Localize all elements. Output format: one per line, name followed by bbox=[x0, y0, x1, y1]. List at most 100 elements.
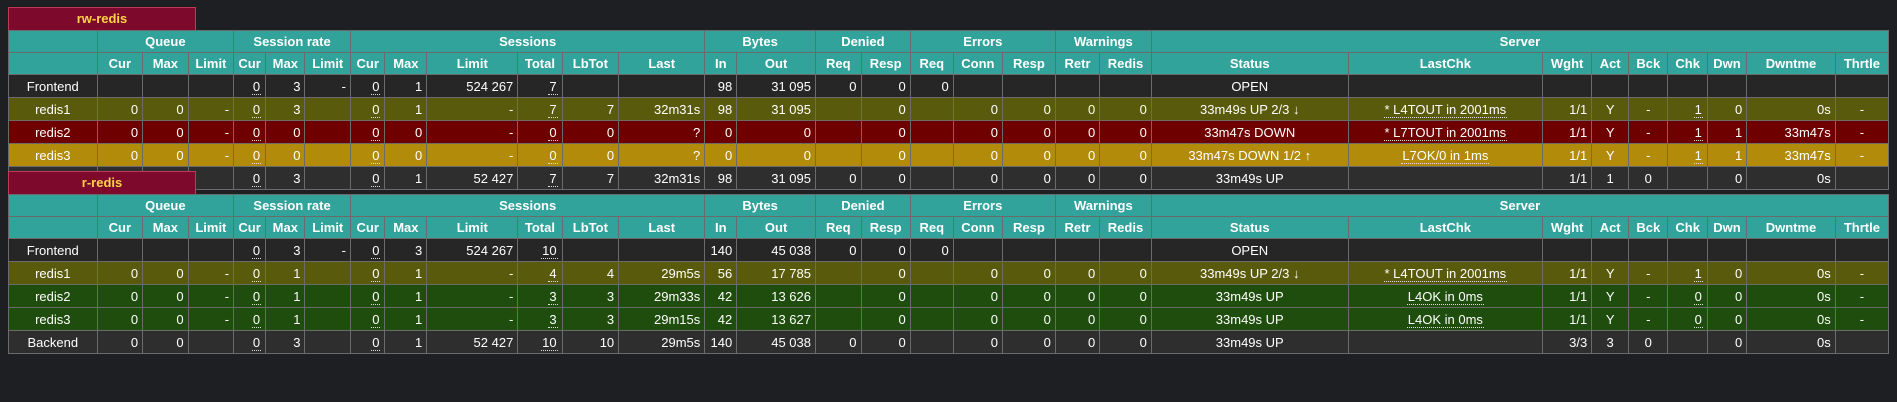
stat-value-tooltip[interactable]: 0 bbox=[371, 242, 381, 259]
stat-value-tooltip[interactable]: 10 bbox=[541, 242, 558, 259]
stat-value-tooltip[interactable]: 0 bbox=[251, 124, 262, 141]
column-header: Wght bbox=[1542, 216, 1593, 239]
column-header: Dwn bbox=[1706, 216, 1748, 239]
column-header: Retr bbox=[1054, 52, 1101, 75]
stat-value-tooltip[interactable]: 0 bbox=[371, 147, 381, 164]
stat-value-tooltip[interactable]: 0 bbox=[1693, 311, 1703, 328]
stat-cell bbox=[1667, 330, 1708, 354]
stat-cell: 0 bbox=[517, 120, 563, 144]
stat-cell: 0s bbox=[1746, 97, 1836, 121]
stat-value-tooltip[interactable]: 0 bbox=[1693, 288, 1703, 305]
server-name[interactable]: Backend bbox=[8, 330, 98, 354]
stat-cell: 42 bbox=[704, 307, 738, 331]
stat-value-tooltip[interactable]: 0 bbox=[251, 242, 262, 259]
stat-value-tooltip[interactable]: 0 bbox=[371, 78, 381, 95]
stat-cell bbox=[815, 143, 862, 167]
stat-value-tooltip[interactable]: 0 bbox=[371, 311, 381, 328]
stat-cell bbox=[1834, 330, 1890, 354]
server-name[interactable]: Frontend bbox=[8, 238, 98, 262]
stat-cell: 1 bbox=[384, 97, 428, 121]
stat-value-tooltip[interactable]: 1 bbox=[1693, 265, 1703, 282]
stat-cell: 0 bbox=[233, 330, 267, 354]
column-header: Redis bbox=[1099, 216, 1152, 239]
stat-value-tooltip[interactable]: 1 bbox=[1693, 101, 1703, 118]
stat-value-tooltip[interactable]: 3 bbox=[548, 311, 558, 328]
stat-value-tooltip[interactable]: 0 bbox=[371, 288, 381, 305]
stat-cell: 0 bbox=[561, 120, 620, 144]
stat-value-tooltip[interactable]: 0 bbox=[251, 78, 262, 95]
stat-cell: 7 bbox=[517, 74, 563, 98]
stat-cell: 0 bbox=[860, 261, 911, 285]
stat-cell bbox=[1099, 74, 1152, 98]
table-row: redis3 0 0-0 0 0 0-0 0? 0 0 0 0 0 0 0 33m47s DOWN 1/2 … bbox=[8, 143, 1890, 167]
stat-cell bbox=[304, 261, 352, 285]
stat-cell: 0 bbox=[96, 284, 144, 308]
server-name[interactable]: redis2 bbox=[8, 120, 98, 144]
stat-value-tooltip[interactable]: 0 bbox=[371, 101, 381, 118]
stat-cell: 1 bbox=[384, 284, 428, 308]
stat-cell: 0 bbox=[1001, 284, 1056, 308]
stat-value-tooltip[interactable]: 0 bbox=[371, 265, 381, 282]
stat-cell: 1 bbox=[265, 261, 306, 285]
stat-value-tooltip[interactable]: 0 bbox=[548, 147, 558, 164]
lastchk-value[interactable]: L7OK/0 in 1ms bbox=[1401, 147, 1490, 164]
stat-cell: - bbox=[426, 97, 519, 121]
stat-cell: 13 626 bbox=[736, 284, 816, 308]
stat-value-tooltip[interactable]: 0 bbox=[251, 265, 262, 282]
column-header: Thrtle bbox=[1834, 52, 1890, 75]
stat-cell bbox=[304, 330, 352, 354]
stat-cell: - bbox=[426, 307, 519, 331]
lastchk-value[interactable]: * L7TOUT in 2001ms bbox=[1383, 124, 1508, 141]
lastchk-value[interactable]: L4OK in 0ms bbox=[1406, 311, 1484, 328]
stat-value-tooltip[interactable]: 7 bbox=[548, 78, 558, 95]
server-name[interactable]: redis3 bbox=[8, 307, 98, 331]
stat-cell: 0 bbox=[142, 97, 189, 121]
column-header: Req bbox=[815, 52, 862, 75]
column-header: Out bbox=[736, 52, 816, 75]
stat-value-tooltip[interactable]: 0 bbox=[251, 334, 262, 351]
stat-cell bbox=[815, 284, 862, 308]
stat-value-tooltip[interactable]: 0 bbox=[251, 288, 262, 305]
stat-value-tooltip[interactable]: 10 bbox=[541, 334, 558, 351]
stat-value-tooltip[interactable]: 0 bbox=[371, 334, 381, 351]
proxy-title[interactable]: r-redis bbox=[8, 171, 196, 194]
stat-cell bbox=[96, 74, 144, 98]
stat-cell bbox=[96, 238, 144, 262]
stat-cell bbox=[1001, 238, 1056, 262]
stat-value-tooltip[interactable]: 0 bbox=[251, 147, 262, 164]
server-name[interactable]: redis3 bbox=[8, 143, 98, 167]
lastchk-value[interactable]: * L4TOUT in 2001ms bbox=[1383, 265, 1508, 282]
stat-cell: 7 bbox=[517, 97, 563, 121]
column-header: Total bbox=[517, 216, 563, 239]
stat-cell: 10 bbox=[517, 238, 563, 262]
stat-value-tooltip[interactable]: 0 bbox=[371, 124, 381, 141]
stat-cell: - bbox=[187, 97, 235, 121]
lastchk-value[interactable]: L4OK in 0ms bbox=[1406, 288, 1484, 305]
stat-value-tooltip[interactable]: 0 bbox=[251, 311, 262, 328]
stat-cell: 0 bbox=[233, 307, 267, 331]
stat-cell: 0 bbox=[142, 261, 189, 285]
lastchk-value[interactable]: * L4TOUT in 2001ms bbox=[1383, 101, 1508, 118]
stat-cell: 0 bbox=[1001, 330, 1056, 354]
server-name[interactable]: Frontend bbox=[8, 74, 98, 98]
proxy-title[interactable]: rw-redis bbox=[8, 7, 196, 30]
stat-cell: 0 bbox=[815, 238, 862, 262]
stat-cell: - bbox=[1834, 261, 1890, 285]
stat-value-tooltip[interactable]: 4 bbox=[548, 265, 558, 282]
stat-cell: 0 bbox=[952, 307, 1003, 331]
status-cell: 33m47s DOWN 1/2 ↑ bbox=[1150, 143, 1349, 167]
stat-cell: 0 bbox=[233, 238, 267, 262]
stat-cell: 0 bbox=[736, 120, 816, 144]
server-name[interactable]: redis2 bbox=[8, 284, 98, 308]
stat-cell: 140 bbox=[704, 330, 738, 354]
stat-value-tooltip[interactable]: 1 bbox=[1693, 124, 1703, 141]
server-name[interactable]: redis1 bbox=[8, 97, 98, 121]
server-name[interactable]: redis1 bbox=[8, 261, 98, 285]
column-header: LastChk bbox=[1347, 52, 1544, 75]
stat-value-tooltip[interactable]: 1 bbox=[1693, 147, 1703, 164]
stat-value-tooltip[interactable]: 3 bbox=[548, 288, 558, 305]
stat-value-tooltip[interactable]: 7 bbox=[548, 101, 558, 118]
stat-value-tooltip[interactable]: 0 bbox=[548, 124, 558, 141]
stat-value-tooltip[interactable]: 0 bbox=[251, 101, 262, 118]
stat-cell: 0 bbox=[350, 120, 386, 144]
